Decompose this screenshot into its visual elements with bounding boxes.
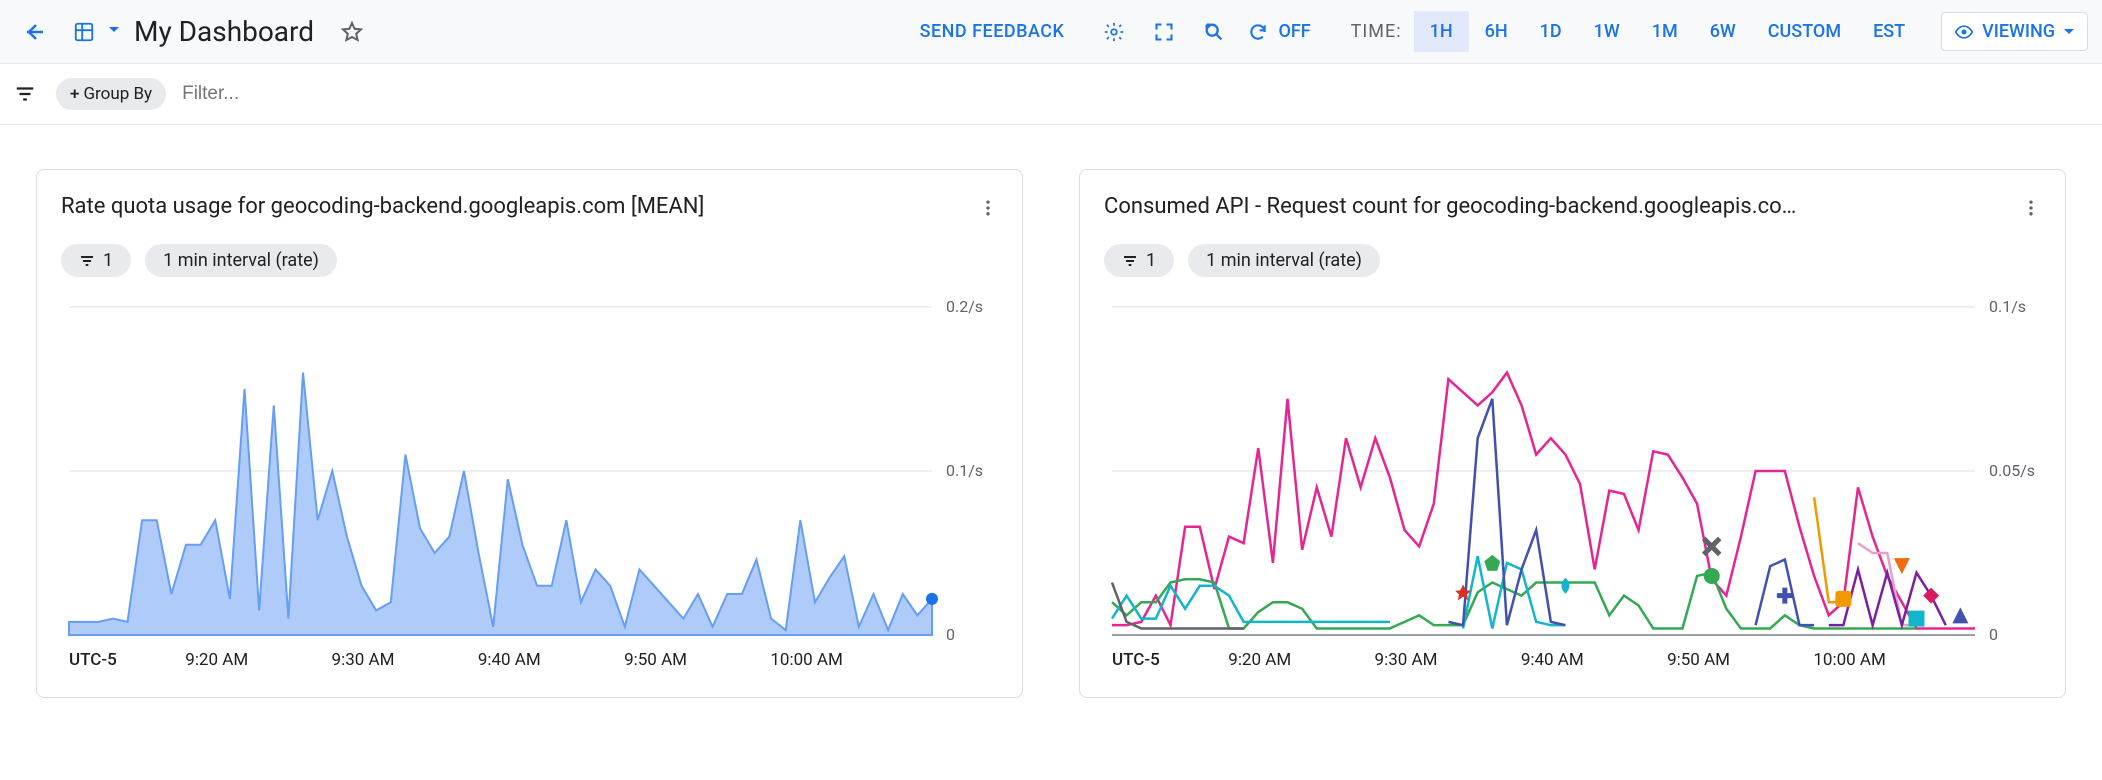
time-label: TIME: [1351,21,1402,42]
dashboard-grid-icon[interactable] [64,12,104,52]
chart-rate-quota[interactable]: 0 0.1/s 0.2/s UTC-5 9:20 AM 9:30 AM 9:40 AM 9:5… [61,297,1002,677]
filter-count: 1 [103,250,113,271]
interval-chip[interactable]: 1 min interval (rate) [1188,244,1380,277]
refresh-icon[interactable]: OFF [1244,12,1314,52]
time-option-custom[interactable]: CUSTOM [1752,11,1857,52]
eye-icon [1954,22,1974,42]
filter-count-chip[interactable]: 1 [1104,244,1174,277]
chart-request-count[interactable]: 0 0.05/s 0.1/s UTC-5 9:20 AM 9:30 AM 9:40 AM 9:… [1104,297,2045,677]
svg-text:9:30 AM: 9:30 AM [1375,650,1438,670]
filter-count: 1 [1146,250,1156,271]
filter-icon [79,253,95,269]
time-option-6h[interactable]: 6H [1469,11,1524,52]
svg-text:0: 0 [1989,625,1998,644]
svg-text:10:00 AM: 10:00 AM [770,650,842,670]
fullscreen-icon[interactable] [1144,12,1184,52]
time-option-6w[interactable]: 6W [1694,11,1752,52]
more-vertical-icon[interactable] [2017,194,2045,226]
card-title: Consumed API - Request count for geocodi… [1104,194,1796,219]
caret-down-icon [2063,26,2075,38]
zoom-reset-icon[interactable] [1194,12,1234,52]
page-title: My Dashboard [134,15,314,48]
filter-lines-icon[interactable] [10,74,40,114]
back-arrow-icon[interactable] [14,12,54,52]
settings-gear-icon[interactable] [1094,12,1134,52]
svg-text:0.1/s: 0.1/s [1989,297,2026,316]
interval-label: 1 min interval (rate) [163,250,319,271]
star-icon[interactable] [332,12,372,52]
svg-text:0: 0 [946,625,955,644]
filter-icon [1122,253,1138,269]
more-vertical-icon[interactable] [974,194,1002,226]
time-option-1m[interactable]: 1M [1636,11,1694,52]
interval-chip[interactable]: 1 min interval (rate) [145,244,337,277]
svg-text:9:50 AM: 9:50 AM [1667,650,1730,670]
svg-text:10:00 AM: 10:00 AM [1813,650,1885,670]
svg-text:9:20 AM: 9:20 AM [1228,650,1291,670]
svg-text:9:50 AM: 9:50 AM [624,650,687,670]
viewing-label: VIEWING [1982,21,2055,42]
interval-label: 1 min interval (rate) [1206,250,1362,271]
svg-text:0.1/s: 0.1/s [946,461,983,480]
svg-text:0.05/s: 0.05/s [1989,461,2035,480]
chart-card-request-count: Consumed API - Request count for geocodi… [1079,169,2066,698]
send-feedback-button[interactable]: SEND FEEDBACK [920,21,1065,42]
topbar: My Dashboard SEND FEEDBACK OFF TIME: 1H6… [0,0,2102,64]
viewing-mode-button[interactable]: VIEWING [1941,12,2088,51]
time-option-1h[interactable]: 1H [1414,11,1469,52]
time-option-1w[interactable]: 1W [1578,11,1636,52]
dashboard-grid: Rate quota usage for geocoding-backend.g… [0,125,2102,742]
card-title: Rate quota usage for geocoding-backend.g… [61,194,704,219]
svg-text:UTC-5: UTC-5 [69,650,117,670]
group-by-button[interactable]: + Group By [56,78,166,110]
chart-card-rate-quota: Rate quota usage for geocoding-backend.g… [36,169,1023,698]
svg-text:UTC-5: UTC-5 [1112,650,1160,670]
filter-count-chip[interactable]: 1 [61,244,131,277]
svg-text:9:30 AM: 9:30 AM [332,650,395,670]
filter-input[interactable] [182,83,2088,105]
svg-text:9:40 AM: 9:40 AM [478,650,541,670]
filterbar: + Group By [0,64,2102,125]
time-option-1d[interactable]: 1D [1524,11,1578,52]
svg-text:9:20 AM: 9:20 AM [185,650,248,670]
autorefresh-off-label: OFF [1278,21,1310,42]
time-range-bar: TIME: 1H6H1D1W1M6WCUSTOMEST [1325,21,1921,42]
group-by-label: Group By [83,84,152,104]
time-option-est[interactable]: EST [1857,11,1921,52]
dashboard-dropdown-caret-icon[interactable] [108,24,120,40]
svg-text:9:40 AM: 9:40 AM [1521,650,1584,670]
svg-text:0.2/s: 0.2/s [946,297,983,316]
